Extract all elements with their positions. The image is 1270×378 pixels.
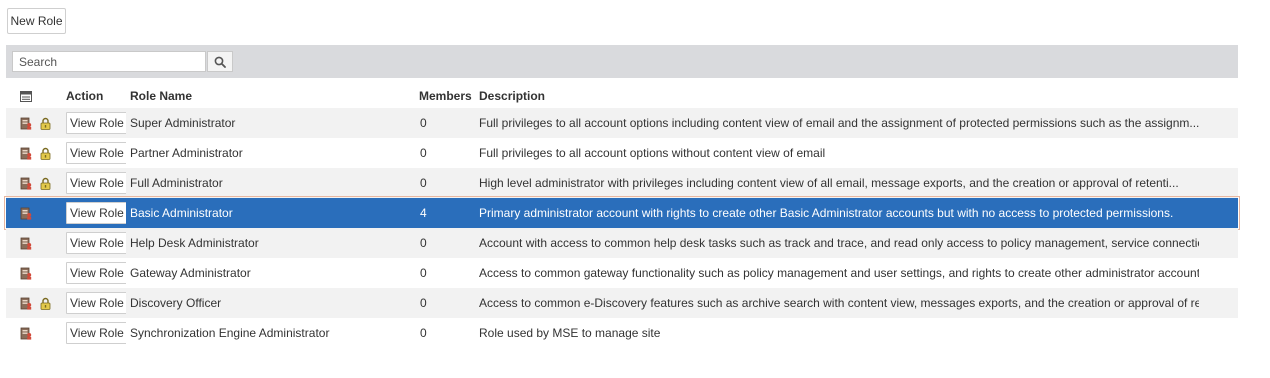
row-icons xyxy=(20,168,60,198)
role-members: 0 xyxy=(420,326,427,340)
role-name: Super Administrator xyxy=(130,116,236,130)
view-role-button[interactable]: View Role xyxy=(66,322,126,344)
table-row[interactable]: View Role Basic Administrator 4 Primary adm… xyxy=(4,196,1240,230)
table-row[interactable]: View Role Super Administrator 0 Full privil… xyxy=(6,108,1238,138)
role-members: 4 xyxy=(420,206,427,220)
row-action: View Role xyxy=(66,228,126,258)
role-description: Primary administrator account with right… xyxy=(479,206,1174,220)
view-role-button[interactable]: View Role xyxy=(66,292,126,314)
view-role-button[interactable]: View Role xyxy=(66,202,126,224)
role-name: Full Administrator xyxy=(130,176,223,190)
table-row[interactable]: View Role Partner Administrator 0 Full priv… xyxy=(6,138,1238,168)
row-icons xyxy=(20,258,60,288)
row-icons xyxy=(20,108,60,138)
lock-icon xyxy=(40,297,51,310)
row-action: View Role xyxy=(66,108,126,138)
role-members: 0 xyxy=(420,236,427,250)
view-role-button[interactable]: View Role xyxy=(66,262,126,284)
roles-table: Action Role Name Members Description Vie… xyxy=(4,84,1240,348)
table-row[interactable]: View Role Help Desk Administrator 0 Account… xyxy=(6,228,1238,258)
row-icons xyxy=(20,138,60,168)
role-name: Help Desk Administrator xyxy=(130,236,259,250)
row-icons xyxy=(20,318,60,348)
role-icon xyxy=(20,237,32,250)
role-icon xyxy=(20,177,32,190)
role-members: 0 xyxy=(420,266,427,280)
table-header: Action Role Name Members Description xyxy=(6,84,1238,108)
view-role-button[interactable]: View Role xyxy=(66,172,126,194)
search-bar xyxy=(6,45,1238,78)
role-members: 0 xyxy=(420,176,427,190)
role-icon xyxy=(20,117,32,130)
row-action: View Role xyxy=(66,198,126,228)
role-members: 0 xyxy=(420,116,427,130)
row-action: View Role xyxy=(66,168,126,198)
row-action: View Role xyxy=(66,288,126,318)
role-name: Discovery Officer xyxy=(130,296,222,310)
role-description: High level administrator with privileges… xyxy=(479,176,1179,190)
table-row[interactable]: View Role Discovery Officer 0 Access to com… xyxy=(6,288,1238,318)
search-icon xyxy=(214,56,226,68)
table-row[interactable]: View Role Gateway Administrator 0 Access to… xyxy=(6,258,1238,288)
new-role-button[interactable]: New Role xyxy=(7,8,66,34)
header-action[interactable]: Action xyxy=(66,84,126,108)
header-role-name[interactable]: Role Name xyxy=(130,84,410,108)
role-description: Account with access to common help desk … xyxy=(479,236,1199,250)
view-role-button[interactable]: View Role xyxy=(66,112,126,134)
role-members: 0 xyxy=(420,146,427,160)
role-icon xyxy=(20,267,32,280)
role-icon xyxy=(20,147,32,160)
view-role-button[interactable]: View Role xyxy=(66,232,126,254)
row-icons xyxy=(20,288,60,318)
role-description: Role used by MSE to manage site xyxy=(479,326,661,340)
header-members[interactable]: Members xyxy=(419,84,475,108)
row-action: View Role xyxy=(66,138,126,168)
role-name: Gateway Administrator xyxy=(130,266,251,280)
table-row[interactable]: View Role Full Administrator 0 High level a… xyxy=(6,168,1238,198)
role-description: Access to common gateway functionality s… xyxy=(479,266,1199,280)
search-button[interactable] xyxy=(207,51,233,72)
role-icon xyxy=(20,327,32,340)
row-action: View Role xyxy=(66,258,126,288)
row-action: View Role xyxy=(66,318,126,348)
role-description: Full privileges to all account options w… xyxy=(479,146,826,160)
role-icon xyxy=(20,297,32,310)
role-icon xyxy=(20,207,32,220)
role-name: Basic Administrator xyxy=(130,206,233,220)
column-menu-icon xyxy=(20,90,32,102)
table-row[interactable]: View Role Synchronization Engine Administ… xyxy=(6,318,1238,348)
role-members: 0 xyxy=(420,296,427,310)
column-chooser[interactable] xyxy=(20,84,60,108)
role-name: Synchronization Engine Administrator xyxy=(130,326,330,340)
view-role-button[interactable]: View Role xyxy=(66,142,126,164)
row-icons xyxy=(20,198,60,228)
row-icons xyxy=(20,228,60,258)
lock-icon xyxy=(40,117,51,130)
role-name: Partner Administrator xyxy=(130,146,243,160)
role-description: Access to common e-Discovery features su… xyxy=(479,296,1199,310)
lock-icon xyxy=(40,147,51,160)
lock-icon xyxy=(40,177,51,190)
header-description[interactable]: Description xyxy=(479,84,1199,108)
search-input[interactable] xyxy=(12,51,206,72)
role-description: Full privileges to all account options i… xyxy=(479,116,1199,130)
